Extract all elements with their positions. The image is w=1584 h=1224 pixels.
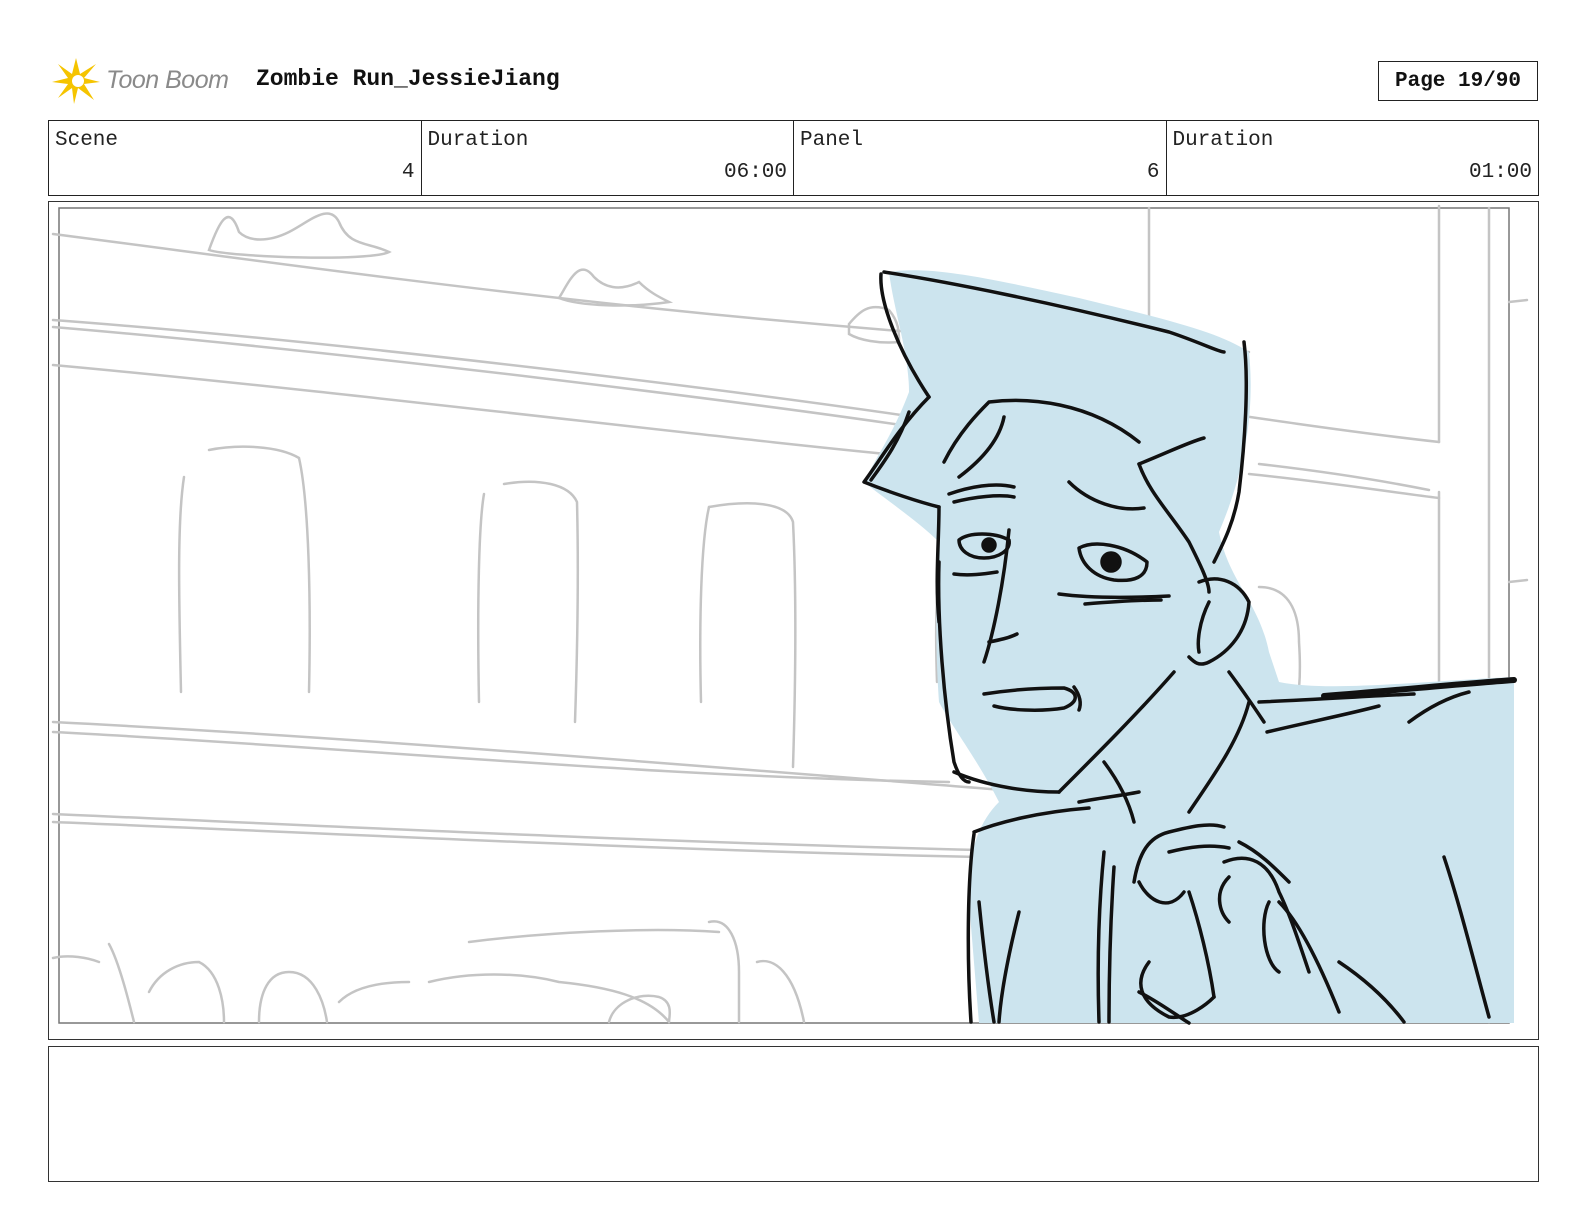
info-row: Scene 4 Duration 06:00 Panel 6 Duration … <box>48 120 1539 196</box>
chair-sketch <box>337 980 411 1004</box>
scene-duration-cell: Duration 06:00 <box>422 121 794 195</box>
chair-sketch <box>147 960 226 1024</box>
beam-line <box>51 325 951 434</box>
window-sketch <box>177 475 186 694</box>
lamp-sketch <box>207 212 392 259</box>
scene-duration-label: Duration <box>427 129 529 152</box>
pillar-line <box>1507 578 1529 584</box>
panel-sketch <box>51 204 1529 1025</box>
chair-sketch <box>257 970 329 1024</box>
panel-cell: Panel 6 <box>794 121 1167 195</box>
window-sketch <box>476 492 486 704</box>
chair-sketch <box>51 955 101 964</box>
window-sketch <box>502 480 580 724</box>
page-indicator: Page 19/90 <box>1378 61 1538 101</box>
window-sketch <box>699 505 711 704</box>
scene-duration-value: 06:00 <box>723 161 787 184</box>
panel-duration-label: Duration <box>1172 129 1274 152</box>
panel-value: 6 <box>1146 161 1160 184</box>
floor-line <box>51 812 981 852</box>
chair-sketch <box>467 928 721 944</box>
beam-line <box>51 363 921 459</box>
panel-duration-cell: Duration 01:00 <box>1167 121 1539 195</box>
scene-value: 4 <box>401 161 415 184</box>
scene-label: Scene <box>55 129 119 152</box>
starburst-icon <box>52 58 100 104</box>
chair-sketch <box>755 959 806 1024</box>
logo-text: Toon Boom <box>106 65 229 94</box>
panel-label: Panel <box>800 129 864 152</box>
window-sketch <box>707 502 797 769</box>
character-fill <box>864 270 1514 1023</box>
project-title: Zombie Run_JessieJiang <box>256 66 560 92</box>
storyboard-panel <box>48 201 1539 1040</box>
beam-line <box>51 318 951 424</box>
chair-sketch <box>107 942 136 1024</box>
pupil-left <box>981 537 997 553</box>
panel-duration-value: 01:00 <box>1468 161 1532 184</box>
floor-line <box>51 820 981 859</box>
pupil-right <box>1100 551 1122 573</box>
window-sketch <box>207 445 311 694</box>
character-body-fill <box>864 270 1514 1023</box>
scene-cell: Scene 4 <box>49 121 422 195</box>
pillar-line <box>1507 298 1529 304</box>
notes-box <box>48 1046 1539 1182</box>
chair-sketch <box>707 920 741 1024</box>
toon-boom-logo: Toon Boom <box>50 54 240 106</box>
